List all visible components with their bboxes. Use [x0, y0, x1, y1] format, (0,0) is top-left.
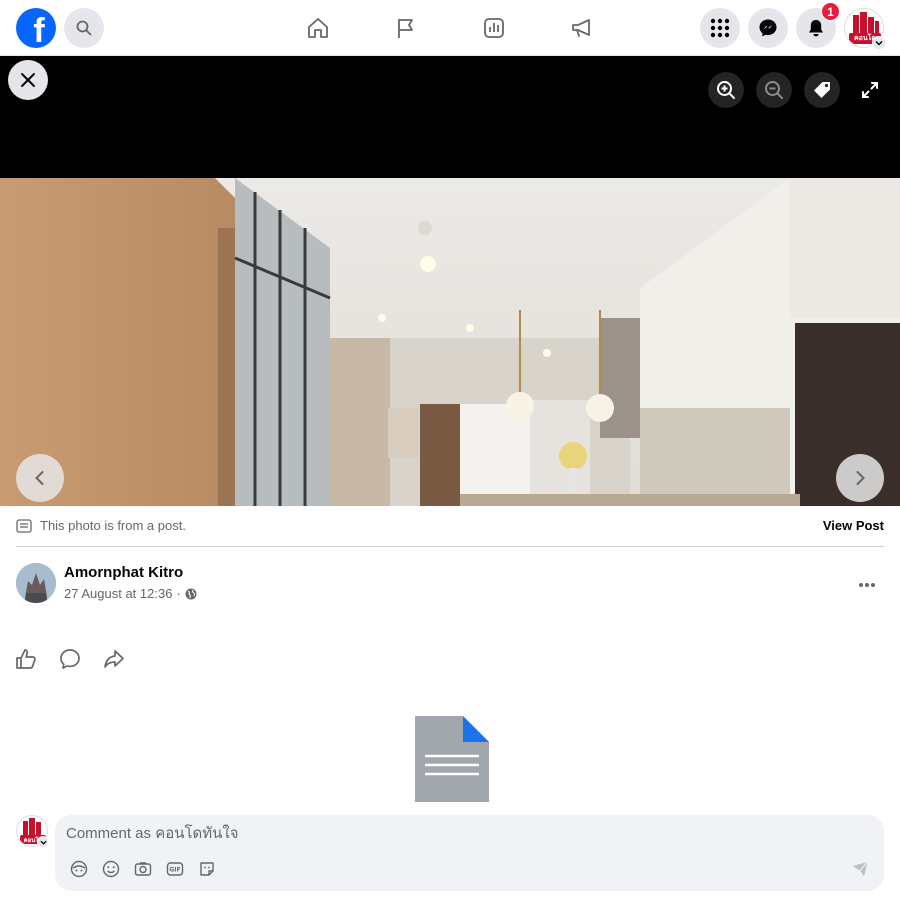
top-navigation-bar: f 1 คอนโด	[0, 0, 900, 56]
globe-icon	[185, 588, 197, 599]
previous-photo-button[interactable]	[16, 454, 64, 502]
facebook-logo[interactable]: f	[16, 8, 56, 48]
close-icon	[21, 73, 35, 87]
divider	[16, 546, 884, 547]
photo-viewer	[0, 56, 900, 506]
like-icon	[16, 649, 36, 669]
view-post-link[interactable]: View Post	[823, 518, 884, 533]
nav-home[interactable]	[302, 12, 334, 44]
send-icon	[852, 861, 868, 877]
bell-icon	[809, 20, 823, 37]
menu-grid-icon	[710, 18, 730, 38]
sticker-icon	[200, 862, 214, 876]
facebook-logo-letter: f	[33, 12, 45, 48]
author-avatar-image	[16, 563, 56, 603]
account-menu-chevron[interactable]	[872, 36, 886, 50]
messenger-button[interactable]	[748, 8, 788, 48]
chevron-right-icon	[856, 471, 865, 485]
gif-icon: GIF	[166, 862, 184, 876]
document-icon	[415, 716, 489, 802]
next-photo-button[interactable]	[836, 454, 884, 502]
sticker-button[interactable]	[197, 859, 217, 879]
avatar-sticker-button[interactable]	[69, 859, 89, 879]
search-icon	[76, 20, 92, 36]
close-button[interactable]	[8, 60, 48, 100]
zoom-out-icon	[765, 81, 783, 99]
fullscreen-icon	[862, 82, 878, 98]
tag-photo-button[interactable]	[804, 72, 840, 108]
author-avatar[interactable]	[16, 563, 56, 603]
post-timestamp: 27 August at 12:36 ·	[64, 586, 197, 601]
comment-composer: GIF	[55, 815, 884, 891]
chevron-left-icon	[35, 471, 44, 485]
comment-button[interactable]	[58, 647, 82, 671]
nav-ads[interactable]	[566, 12, 598, 44]
gif-button[interactable]: GIF	[165, 859, 185, 879]
author-name[interactable]: Amornphat Kitro	[64, 564, 183, 581]
comment-icon	[60, 649, 80, 669]
photo-attach-button[interactable]	[133, 859, 153, 879]
notification-badge: 1	[821, 2, 840, 21]
interior-photo	[0, 178, 900, 506]
commenter-switch-chevron[interactable]	[37, 836, 49, 848]
home-icon	[308, 18, 328, 38]
post-time-separator: ·	[176, 586, 181, 601]
chevron-down-icon	[875, 40, 883, 46]
photo-source-text: This photo is from a post.	[40, 518, 186, 533]
emoji-button[interactable]	[101, 859, 121, 879]
chart-icon	[484, 18, 504, 38]
like-button[interactable]	[14, 647, 38, 671]
camera-icon	[134, 862, 152, 876]
post-options-button[interactable]	[858, 572, 876, 593]
search-button[interactable]	[64, 8, 104, 48]
share-icon	[104, 650, 124, 668]
megaphone-icon	[572, 19, 590, 37]
notifications-button[interactable]: 1	[796, 2, 840, 48]
avatar-sticker-icon	[70, 860, 88, 878]
comment-input[interactable]	[66, 823, 846, 843]
nav-insights[interactable]	[478, 12, 510, 44]
svg-text:GIF: GIF	[169, 867, 180, 874]
share-button[interactable]	[102, 647, 126, 671]
zoom-in-icon	[717, 81, 735, 99]
fullscreen-button[interactable]	[852, 72, 888, 108]
document-placeholder	[415, 716, 489, 807]
post-icon	[16, 518, 32, 533]
chevron-down-icon	[39, 840, 47, 845]
photo-source-note: This photo is from a post.	[16, 518, 186, 533]
more-icon	[859, 583, 875, 587]
send-comment-button[interactable]	[850, 859, 870, 879]
zoom-in-button[interactable]	[708, 72, 744, 108]
post-photo	[0, 178, 900, 506]
zoom-out-button[interactable]	[756, 72, 792, 108]
messenger-icon	[759, 19, 777, 37]
nav-pages[interactable]	[390, 12, 422, 44]
tag-icon	[814, 82, 830, 98]
flag-icon	[398, 19, 413, 38]
menu-button[interactable]	[700, 8, 740, 48]
emoji-icon	[102, 860, 120, 878]
post-time-text[interactable]: 27 August at 12:36	[64, 586, 172, 601]
